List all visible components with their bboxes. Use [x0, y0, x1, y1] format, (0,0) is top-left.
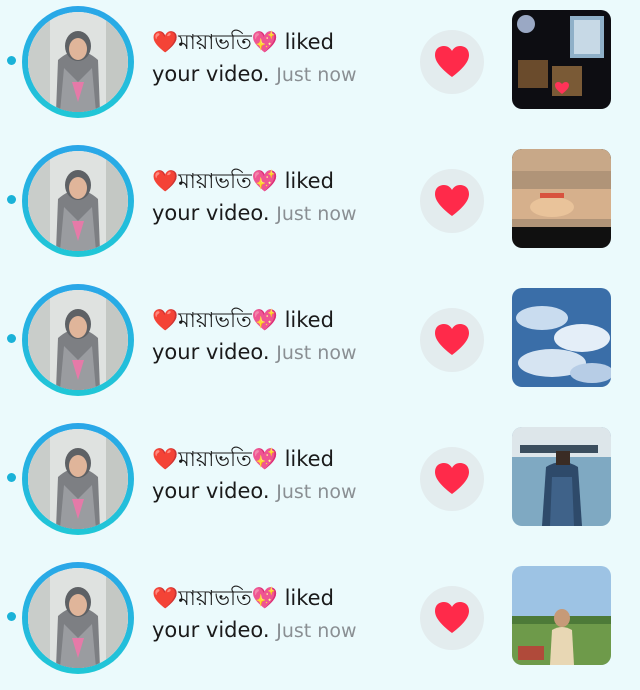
avatar-story-ring[interactable]: [22, 562, 134, 674]
heart-icon: [435, 185, 469, 216]
avatar: [28, 429, 128, 529]
heart-icon: [435, 46, 469, 77]
username[interactable]: ❤️মায়াভতি💖: [152, 447, 278, 471]
avatar-story-ring[interactable]: [22, 284, 134, 396]
action-text: your video.: [152, 618, 270, 642]
heart-icon: [435, 324, 469, 355]
notification-list: ❤️মায়াভতি💖 liked your video. Just now ❤…: [0, 0, 640, 690]
video-thumbnail[interactable]: [512, 566, 611, 665]
video-thumbnail[interactable]: [512, 427, 611, 526]
unread-dot-icon: [7, 612, 16, 621]
like-back-button[interactable]: [420, 169, 484, 233]
action-text: liked: [277, 30, 334, 54]
unread-dot-icon: [7, 195, 16, 204]
notification-row[interactable]: ❤️মায়াভতি💖 liked your video. Just now: [0, 560, 640, 680]
heart-icon: [435, 463, 469, 494]
username[interactable]: ❤️মায়াভতি💖: [152, 30, 278, 54]
notification-text: ❤️মায়াভতি💖 liked your video. Just now: [152, 26, 412, 91]
timestamp: Just now: [276, 481, 357, 503]
video-thumbnail[interactable]: [512, 288, 611, 387]
avatar-story-ring[interactable]: [22, 423, 134, 535]
notification-row[interactable]: ❤️মায়াভতি💖 liked your video. Just now: [0, 421, 640, 541]
notification-row[interactable]: ❤️মায়াভতি💖 liked your video. Just now: [0, 143, 640, 263]
unread-dot-icon: [7, 334, 16, 343]
action-text: your video.: [152, 62, 270, 86]
action-text: your video.: [152, 479, 270, 503]
avatar-story-ring[interactable]: [22, 145, 134, 257]
avatar: [28, 151, 128, 251]
action-text: your video.: [152, 340, 270, 364]
unread-dot-icon: [7, 473, 16, 482]
username[interactable]: ❤️মায়াভতি💖: [152, 169, 278, 193]
video-thumbnail[interactable]: [512, 10, 611, 109]
timestamp: Just now: [276, 64, 357, 86]
avatar: [28, 290, 128, 390]
like-back-button[interactable]: [420, 308, 484, 372]
username[interactable]: ❤️মায়াভতি💖: [152, 586, 278, 610]
notification-text: ❤️মায়াভতি💖 liked your video. Just now: [152, 582, 412, 647]
like-back-button[interactable]: [420, 30, 484, 94]
notification-row[interactable]: ❤️মায়াভতি💖 liked your video. Just now: [0, 4, 640, 124]
action-text: your video.: [152, 201, 270, 225]
timestamp: Just now: [276, 620, 357, 642]
avatar: [28, 12, 128, 112]
timestamp: Just now: [276, 342, 357, 364]
avatar-story-ring[interactable]: [22, 6, 134, 118]
notification-text: ❤️মায়াভতি💖 liked your video. Just now: [152, 443, 412, 508]
action-text: liked: [277, 169, 334, 193]
avatar: [28, 568, 128, 668]
like-back-button[interactable]: [420, 586, 484, 650]
action-text: liked: [277, 586, 334, 610]
heart-icon: [435, 602, 469, 633]
notification-row[interactable]: ❤️মায়াভতি💖 liked your video. Just now: [0, 282, 640, 402]
timestamp: Just now: [276, 203, 357, 225]
unread-dot-icon: [7, 56, 16, 65]
action-text: liked: [277, 308, 334, 332]
notification-text: ❤️মায়াভতি💖 liked your video. Just now: [152, 165, 412, 230]
video-thumbnail[interactable]: [512, 149, 611, 248]
like-back-button[interactable]: [420, 447, 484, 511]
username[interactable]: ❤️মায়াভতি💖: [152, 308, 278, 332]
action-text: liked: [277, 447, 334, 471]
notification-text: ❤️মায়াভতি💖 liked your video. Just now: [152, 304, 412, 369]
